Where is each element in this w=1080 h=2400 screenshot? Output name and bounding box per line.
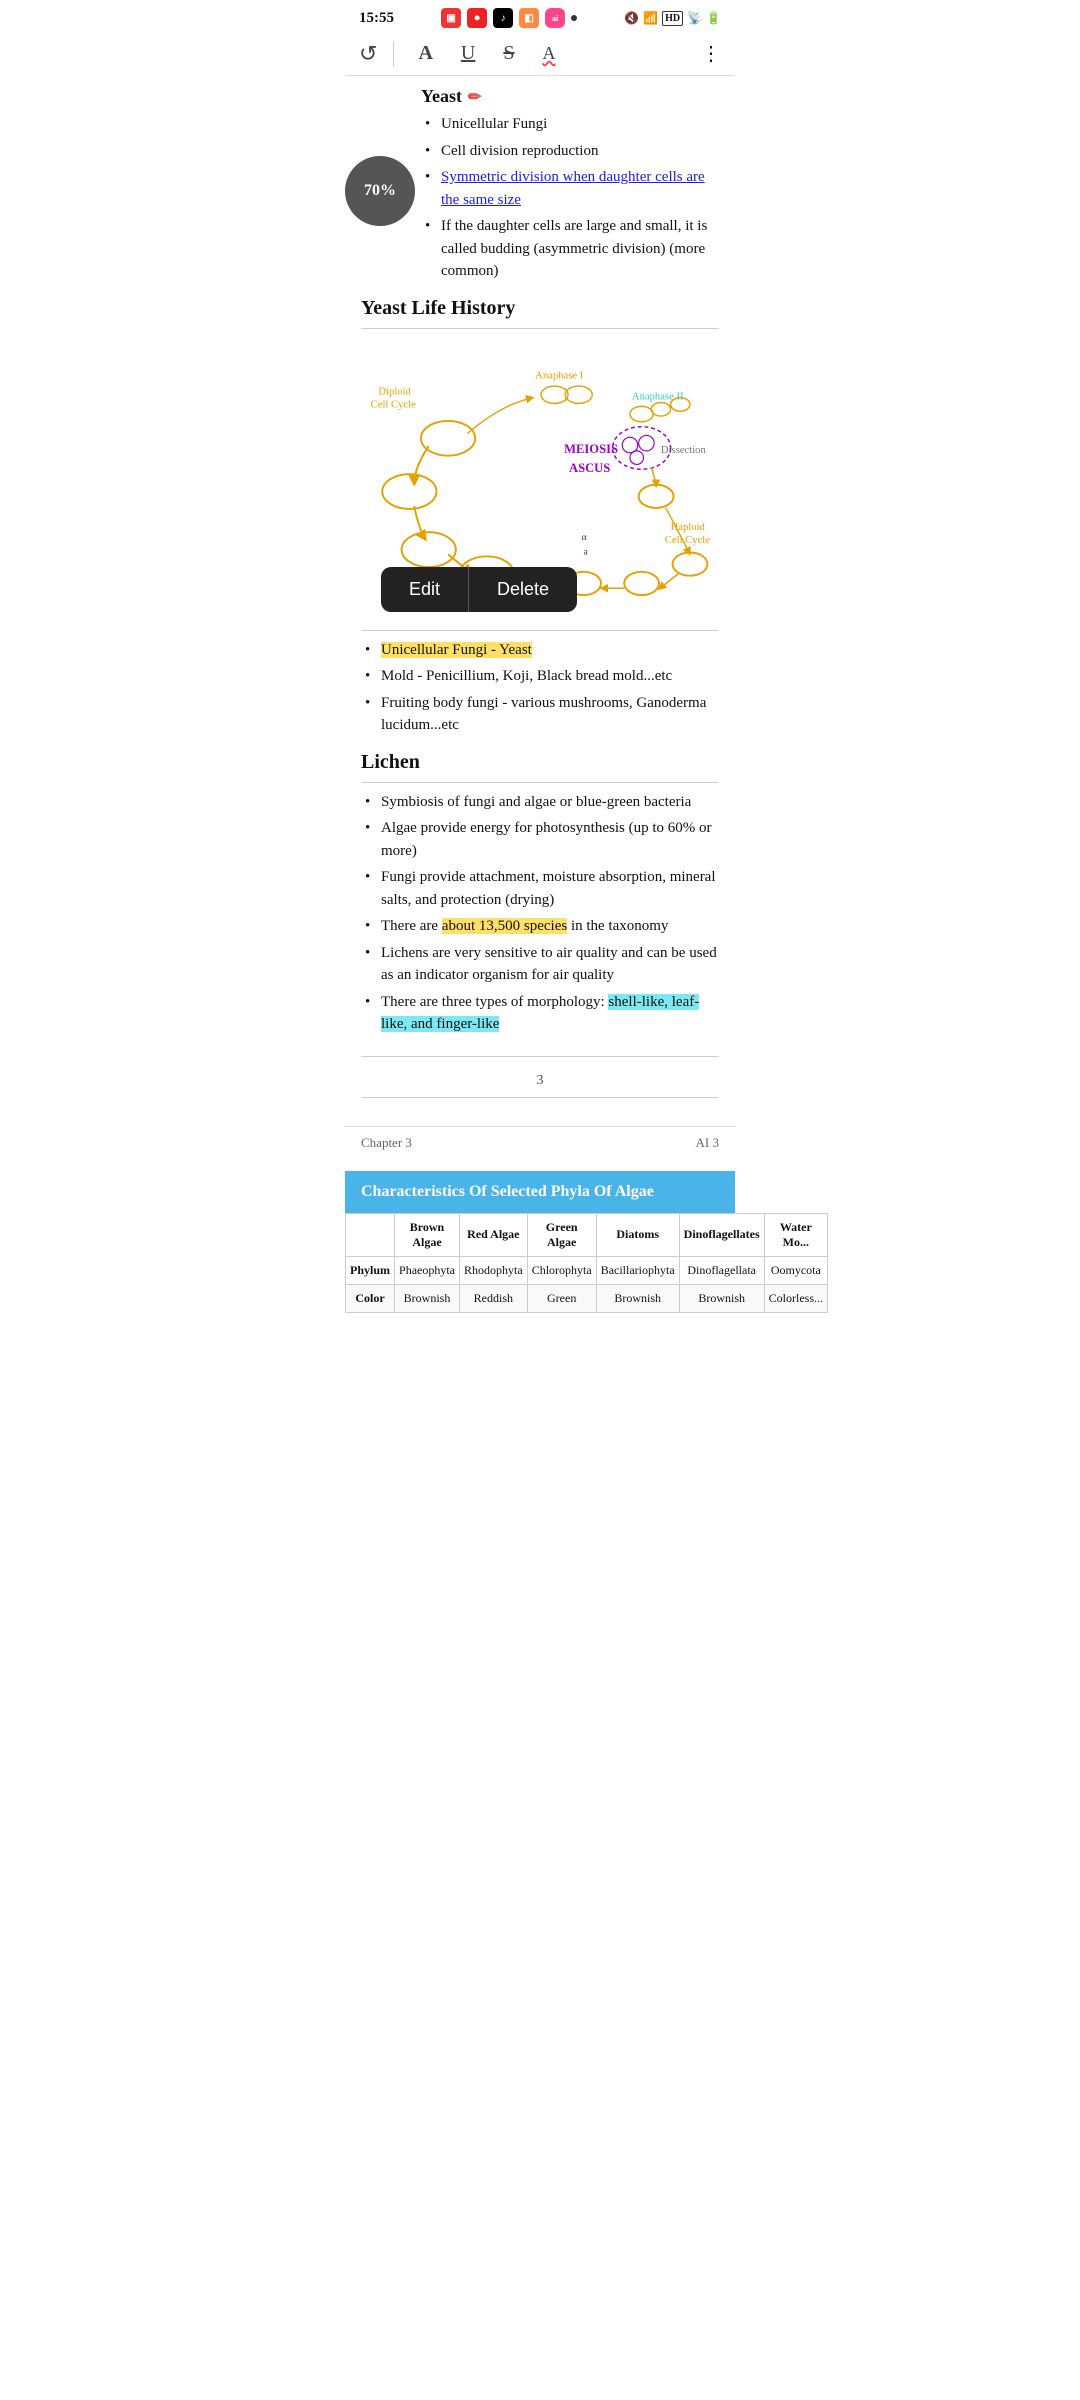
col-header-brown-algae: Brown Algae (395, 1213, 460, 1256)
col-header-water-mol: Water Mo... (764, 1213, 827, 1256)
list-item: Symbiosis of fungi and algae or blue-gre… (365, 791, 719, 814)
wave-underline-button[interactable]: A (538, 41, 559, 66)
wifi-icon: 📶 (643, 11, 658, 26)
lichen-bullets: Symbiosis of fungi and algae or blue-gre… (361, 791, 719, 1036)
cell: Brownish (395, 1284, 460, 1312)
species-count: about 13,500 species (442, 918, 567, 934)
col-header-green-algae: Green Algae (527, 1213, 596, 1256)
mute-icon: 🔇 (624, 11, 639, 26)
list-item: If the daughter cells are large and smal… (425, 215, 719, 283)
svg-text:a: a (584, 546, 589, 557)
dot-indicator (571, 15, 577, 21)
pink-mark: ✏ (468, 87, 481, 107)
algae-table-title: Characteristics Of Selected Phyla Of Alg… (345, 1171, 735, 1213)
row-label-phylum: Phylum (346, 1256, 395, 1284)
svg-text:Anaphase II: Anaphase II (632, 391, 684, 402)
list-item-unicellular: Unicellular Fungi - Yeast (365, 639, 719, 662)
cell: Bacillariophyta (596, 1256, 679, 1284)
edit-button[interactable]: Edit (381, 567, 469, 612)
list-item: Fungi provide attachment, moisture absor… (365, 866, 719, 911)
list-item: Algae provide energy for photosynthesis … (365, 817, 719, 862)
col-header-diatoms: Diatoms (596, 1213, 679, 1256)
page-number: 3 (361, 1073, 719, 1089)
fungi-types-list: Unicellular Fungi - Yeast Mold - Penicil… (361, 639, 719, 737)
list-item: There are about 13,500 species in the ta… (365, 915, 719, 938)
app-icon-2: ⏺ (467, 8, 487, 28)
cell: Dinoflagellata (679, 1256, 764, 1284)
cell: Reddish (460, 1284, 528, 1312)
list-item: Symmetric division when daughter cells a… (425, 166, 719, 211)
app-icon-pink: ai (545, 8, 565, 28)
lichen-heading: Lichen (361, 751, 719, 774)
app-icon-tiktok: ♪ (493, 8, 513, 28)
divider-2 (361, 630, 719, 631)
delete-button[interactable]: Delete (469, 567, 577, 612)
toolbar: ↺ A U S A ⋮ (345, 32, 735, 76)
hd-badge: HD (662, 11, 683, 26)
table-row: Phylum Phaeophyta Rhodophyta Chlorophyta… (346, 1256, 828, 1284)
ai-label: AI 3 (696, 1135, 719, 1151)
signal-icon: 📡 (687, 11, 702, 26)
svg-text:Dissection: Dissection (661, 444, 707, 455)
svg-text:Cell Cycle: Cell Cycle (371, 399, 416, 410)
col-header-red-algae: Red Algae (460, 1213, 528, 1256)
edit-delete-popup: Edit Delete (381, 567, 577, 612)
list-item-mold: Mold - Penicillium, Koji, Black bread mo… (365, 665, 719, 688)
yeast-life-cycle-diagram: Diploid Cell Cycle Anaphase I Anaphase I… (361, 337, 719, 622)
status-icons: 🔇 📶 HD 📡 🔋 (624, 11, 721, 26)
page-content: Yeast ✏ Unicellular Fungi Cell division … (345, 76, 735, 1126)
cell: Chlorophyta (527, 1256, 596, 1284)
morphology-types: shell-like, leaf-like, and finger-like (381, 994, 699, 1033)
cell: Colorless... (764, 1284, 827, 1312)
underline-button[interactable]: U (457, 40, 479, 67)
table-header-row: Brown Algae Red Algae Green Algae Diatom… (346, 1213, 828, 1256)
svg-text:Cell Cycle: Cell Cycle (665, 534, 710, 545)
undo-button[interactable]: ↺ (359, 41, 394, 67)
list-item: Unicellular Fungi (425, 113, 719, 136)
progress-circle: 70% (345, 156, 415, 226)
col-header-empty (346, 1213, 395, 1256)
battery-icon: 🔋 (706, 11, 721, 26)
app-icons: ▣ ⏺ ♪ ◧ ai (441, 8, 577, 28)
list-item: Lichens are very sensitive to air qualit… (365, 942, 719, 987)
yeast-heading: Yeast ✏ (361, 86, 719, 107)
list-item-fruiting: Fruiting body fungi - various mushrooms,… (365, 692, 719, 737)
table-row: Color Brownish Reddish Green Brownish Br… (346, 1284, 828, 1312)
yeast-bullets: Unicellular Fungi Cell division reproduc… (421, 113, 719, 283)
list-item: Cell division reproduction (425, 140, 719, 163)
algae-table-section: Characteristics Of Selected Phyla Of Alg… (345, 1171, 735, 1313)
strikethrough-button[interactable]: S (499, 40, 518, 67)
cell: Rhodophyta (460, 1256, 528, 1284)
cell: Phaeophyta (395, 1256, 460, 1284)
status-bar: 15:55 ▣ ⏺ ♪ ◧ ai 🔇 📶 HD 📡 🔋 (345, 0, 735, 32)
cell: Brownish (679, 1284, 764, 1312)
unicellular-fungi-yeast-text: Unicellular Fungi - Yeast (381, 642, 532, 658)
yeast-life-history-heading: Yeast Life History (361, 297, 719, 320)
more-options-button[interactable]: ⋮ (701, 41, 721, 66)
svg-text:ASCUS: ASCUS (569, 461, 610, 475)
divider-4 (361, 1056, 719, 1057)
col-header-dinoflagellates: Dinoflagellates (679, 1213, 764, 1256)
bold-button[interactable]: A (414, 40, 436, 67)
app-icon-1: ▣ (441, 8, 461, 28)
cell: Green (527, 1284, 596, 1312)
svg-text:α: α (582, 531, 587, 542)
app-icon-orange: ◧ (519, 8, 539, 28)
algae-table: Brown Algae Red Algae Green Algae Diatom… (345, 1213, 828, 1313)
svg-text:Diploid: Diploid (378, 386, 411, 397)
svg-text:MEIOSIS: MEIOSIS (564, 441, 618, 455)
divider-3 (361, 782, 719, 783)
cell: Oomycota (764, 1256, 827, 1284)
chapter-label: Chapter 3 (361, 1135, 412, 1151)
divider (361, 328, 719, 329)
svg-text:Anaphase I: Anaphase I (535, 370, 584, 381)
list-item: There are three types of morphology: she… (365, 991, 719, 1036)
cell: Brownish (596, 1284, 679, 1312)
row-label-color: Color (346, 1284, 395, 1312)
status-time: 15:55 (359, 10, 394, 27)
symmetric-division-text: Symmetric division when daughter cells a… (441, 169, 705, 208)
chapter-footer: Chapter 3 AI 3 (345, 1126, 735, 1159)
divider-5 (361, 1097, 719, 1098)
